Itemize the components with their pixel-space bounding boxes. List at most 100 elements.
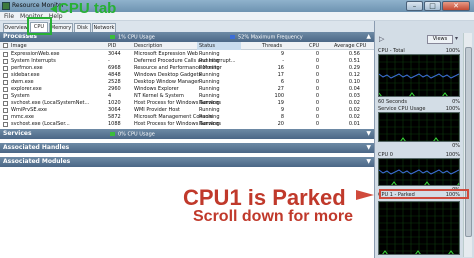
collapse-pane-icon[interactable]: ▷ bbox=[379, 35, 384, 43]
column-status[interactable]: Status bbox=[197, 42, 241, 50]
cell-threads: 100 bbox=[274, 93, 284, 99]
cell-pid: - bbox=[108, 58, 110, 64]
cell-description: NT Kernel & System bbox=[134, 93, 184, 99]
tab-memory[interactable]: Memory bbox=[49, 23, 73, 32]
services-cpu-swatch bbox=[110, 132, 115, 136]
cpu-1-graph-plot bbox=[379, 202, 459, 254]
cell-average-cpu: 0.02 bbox=[348, 107, 360, 113]
resource-monitor-icon bbox=[2, 2, 10, 10]
cell-status: Running bbox=[199, 72, 220, 78]
table-row[interactable]: sidebar.exe 4848 Windows Desktop Gadgets Ru… bbox=[0, 72, 374, 79]
graphs-scrollbar[interactable] bbox=[463, 33, 472, 257]
menu-file[interactable]: File bbox=[4, 12, 14, 20]
cell-cpu: 0 bbox=[315, 93, 319, 99]
cell-cpu: 0 bbox=[315, 58, 319, 64]
cell-image: perfmon.exe bbox=[11, 65, 43, 71]
column-threads[interactable]: Threads bbox=[262, 42, 282, 50]
row-checkbox[interactable] bbox=[3, 122, 8, 127]
graphs-pane: ▷ Views ▾ CPU - Total 100% 60 Seconds 0% S… bbox=[374, 21, 474, 258]
cell-threads: 19 bbox=[277, 100, 284, 106]
cell-cpu: 0 bbox=[315, 51, 319, 57]
table-row[interactable]: svchost.exe (LocalSer... 1088 Host Process… bbox=[0, 121, 374, 128]
column-average-cpu[interactable]: Average CPU bbox=[334, 42, 366, 50]
row-checkbox[interactable] bbox=[3, 101, 8, 106]
cpu-tab-callout-arrow bbox=[50, 5, 57, 13]
max-frequency-swatch bbox=[230, 35, 235, 39]
cpu-tab-callout: CPU tab bbox=[58, 0, 117, 17]
row-checkbox[interactable] bbox=[3, 80, 8, 85]
maximize-button[interactable]: □ bbox=[424, 1, 441, 11]
row-checkbox[interactable] bbox=[3, 52, 8, 57]
row-checkbox[interactable] bbox=[3, 66, 8, 71]
processes-header[interactable]: Processes 1% CPU Usage 52% Maximum Frequ… bbox=[0, 32, 374, 42]
cell-description: WMI Provider Host bbox=[134, 107, 180, 113]
cell-image: sidebar.exe bbox=[11, 72, 40, 78]
chevron-down-icon[interactable]: ▼ bbox=[366, 143, 371, 153]
processes-cpu-usage: 1% CPU Usage bbox=[110, 35, 155, 41]
cell-description: Windows Explorer bbox=[134, 86, 179, 92]
cell-average-cpu: 0.51 bbox=[348, 58, 360, 64]
cell-description: Desktop Window Manager bbox=[134, 79, 200, 85]
table-row[interactable]: dwm.exe 2528 Desktop Window Manager Running… bbox=[0, 79, 374, 86]
column-cpu[interactable]: CPU bbox=[309, 42, 319, 50]
cell-threads: 9 bbox=[280, 51, 284, 57]
views-dropdown-icon[interactable]: ▾ bbox=[455, 35, 458, 42]
usage-line bbox=[391, 181, 459, 185]
cell-description: Windows Desktop Gadgets bbox=[134, 72, 202, 78]
services-title: Services bbox=[3, 130, 32, 137]
cpu-usage-swatch bbox=[110, 35, 115, 39]
table-row[interactable]: explorer.exe 2960 Windows Explorer Running 2… bbox=[0, 86, 374, 93]
column-pid[interactable]: PID bbox=[108, 42, 116, 50]
table-row[interactable]: WmiPrvSE.exe 3064 WMI Provider Host Running… bbox=[0, 107, 374, 114]
cell-image: svchost.exe (LocalSer... bbox=[11, 121, 70, 127]
cpu-total-graph bbox=[378, 54, 460, 97]
table-row[interactable]: System 4 NT Kernel & System Running 100 0 0.03 bbox=[0, 93, 374, 100]
graph-footer-cpu-total: 60 Seconds 0% bbox=[378, 99, 460, 105]
tab-network[interactable]: Network bbox=[92, 23, 116, 32]
cell-average-cpu: 0.12 bbox=[348, 72, 360, 78]
tab-overview[interactable]: Overview bbox=[3, 23, 29, 32]
column-description[interactable]: Description bbox=[134, 42, 162, 50]
row-checkbox[interactable] bbox=[3, 108, 8, 113]
select-all-checkbox[interactable] bbox=[3, 43, 8, 48]
tab-bar: Overview CPU Memory Disk Network bbox=[0, 21, 380, 32]
cell-average-cpu: 0.02 bbox=[348, 100, 360, 106]
cell-image: explorer.exe bbox=[11, 86, 42, 92]
table-row[interactable]: ExpressionWeb.exe 3044 Microsoft Expressio… bbox=[0, 51, 374, 58]
row-checkbox[interactable] bbox=[3, 87, 8, 92]
table-row[interactable]: svchost.exe (LocalSystemNet... 1020 Host P… bbox=[0, 100, 374, 107]
cell-threads: 9 bbox=[280, 107, 284, 113]
row-checkbox[interactable] bbox=[3, 94, 8, 99]
chevron-down-icon[interactable]: ▼ bbox=[366, 157, 371, 167]
processes-max-frequency: 52% Maximum Frequency bbox=[230, 35, 303, 41]
chevron-up-icon[interactable]: ▲ bbox=[366, 32, 371, 42]
minimize-button[interactable]: – bbox=[406, 1, 423, 11]
table-row[interactable]: perfmon.exe 6968 Resource and Performance … bbox=[0, 65, 374, 72]
column-image[interactable]: Image bbox=[11, 42, 27, 50]
tab-disk[interactable]: Disk bbox=[74, 23, 91, 32]
row-checkbox[interactable] bbox=[3, 59, 8, 64]
row-checkbox[interactable] bbox=[3, 73, 8, 78]
cell-status: Running bbox=[199, 93, 220, 99]
scrollbar-thumb[interactable] bbox=[465, 47, 472, 237]
chevron-down-icon[interactable]: ▼ bbox=[366, 129, 371, 139]
table-row[interactable]: System Interrupts - Deferred Procedure Cal… bbox=[0, 58, 374, 65]
table-row[interactable]: mmc.exe 5872 Microsoft Management Console R… bbox=[0, 114, 374, 121]
cell-image: System bbox=[11, 93, 30, 99]
cell-status: Running bbox=[199, 79, 220, 85]
cell-pid: 3044 bbox=[108, 51, 121, 57]
cell-image: svchost.exe (LocalSystemNet... bbox=[11, 100, 90, 106]
row-checkbox[interactable] bbox=[3, 115, 8, 120]
close-button[interactable]: ✕ bbox=[442, 1, 470, 11]
cell-image: dwm.exe bbox=[11, 79, 34, 85]
cell-average-cpu: 0.03 bbox=[348, 93, 360, 99]
cpu1-parked-arrow bbox=[356, 190, 374, 200]
views-button[interactable]: Views bbox=[427, 35, 453, 44]
cell-cpu: 0 bbox=[315, 100, 319, 106]
associated-handles-header[interactable]: Associated Handles ▼ bbox=[0, 143, 374, 153]
cell-pid: 1020 bbox=[108, 100, 121, 106]
associated-handles-title: Associated Handles bbox=[3, 144, 70, 151]
cpu-total-graph-plot bbox=[379, 55, 459, 96]
associated-modules-header[interactable]: Associated Modules ▼ bbox=[0, 157, 374, 167]
services-header[interactable]: Services 0% CPU Usage ▼ bbox=[0, 129, 374, 139]
